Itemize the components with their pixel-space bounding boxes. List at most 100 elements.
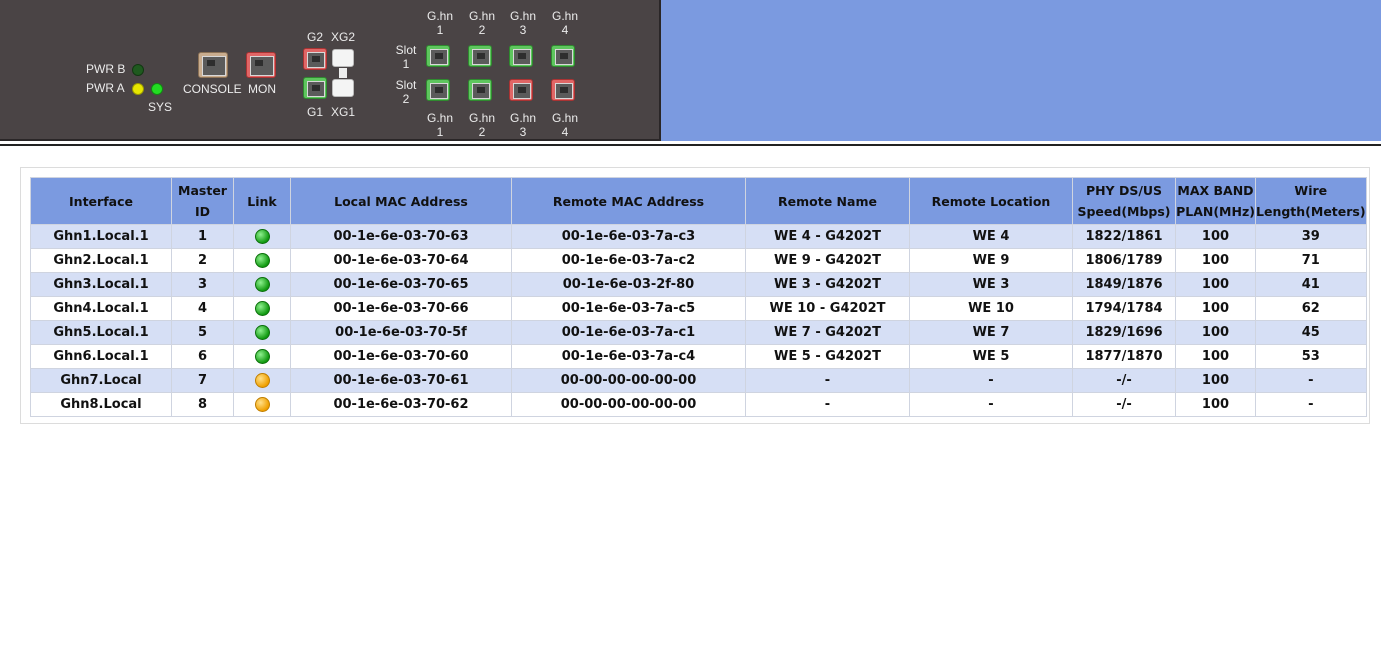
pwr-b-led: [132, 64, 144, 76]
console-port-icon[interactable]: [198, 52, 228, 78]
cell-wire-length: -: [1256, 369, 1366, 392]
cell-local-mac: 00-1e-6e-03-70-61: [291, 369, 511, 392]
cell-remote-name: WE 9 - G4202T: [746, 249, 909, 272]
cell-phy-speed: 1822/1861: [1073, 225, 1175, 248]
cell-max-band: 100: [1176, 249, 1255, 272]
xg1-port-icon[interactable]: [332, 79, 354, 97]
header-interface: Interface: [31, 178, 171, 224]
slot2-ghn1-port-icon[interactable]: [426, 79, 450, 101]
cell-remote-location: WE 5: [910, 345, 1072, 368]
cell-master-id: 6: [172, 345, 233, 368]
cell-interface: Ghn2.Local.1: [31, 249, 171, 272]
cell-phy-speed: 1829/1696: [1073, 321, 1175, 344]
cell-phy-speed: 1877/1870: [1073, 345, 1175, 368]
cell-local-mac: 00-1e-6e-03-70-60: [291, 345, 511, 368]
link-status-icon: [254, 253, 270, 268]
link-status-icon: [254, 325, 270, 340]
cell-master-id: 4: [172, 297, 233, 320]
table-row: Ghn6.Local.1 6 00-1e-6e-03-70-60 00-1e-6e-0…: [31, 345, 1366, 368]
xg2-port-icon[interactable]: [332, 49, 354, 67]
cell-remote-location: -: [910, 369, 1072, 392]
mon-label: MON: [248, 82, 276, 96]
cell-local-mac: 00-1e-6e-03-70-65: [291, 273, 511, 296]
cell-remote-mac: 00-1e-6e-03-7a-c4: [512, 345, 745, 368]
cell-remote-mac: 00-1e-6e-03-7a-c2: [512, 249, 745, 272]
cell-master-id: 7: [172, 369, 233, 392]
g2-port-icon[interactable]: [303, 48, 327, 70]
mon-port-icon[interactable]: [246, 52, 276, 78]
cell-link: [234, 297, 290, 320]
cell-interface: Ghn8.Local: [31, 393, 171, 416]
ghn-bottom-label-2: G.hn 2: [468, 111, 495, 139]
xg1-label: XG1: [331, 105, 356, 119]
slot1-ghn1-port-icon[interactable]: [426, 45, 450, 67]
cell-remote-mac: 00-1e-6e-03-7a-c5: [512, 297, 745, 320]
g2-label: G2: [307, 30, 324, 44]
header-remote-location: Remote Location: [910, 178, 1072, 224]
cell-link: [234, 369, 290, 392]
cell-phy-speed: -/-: [1073, 393, 1175, 416]
header-local-mac: Local MAC Address: [291, 178, 511, 224]
xg2-label: XG2: [331, 30, 356, 44]
sfp-divider: [339, 68, 347, 78]
table-row: Ghn8.Local 8 00-1e-6e-03-70-62 00-00-00-00-…: [31, 393, 1366, 416]
cell-remote-mac: 00-1e-6e-03-7a-c3: [512, 225, 745, 248]
cell-link: [234, 249, 290, 272]
table-row: Ghn1.Local.1 1 00-1e-6e-03-70-63 00-1e-6e-0…: [31, 225, 1366, 248]
ghn-top-label-2: G.hn 2: [468, 9, 495, 37]
cell-wire-length: 71: [1256, 249, 1366, 272]
cell-remote-location: WE 7: [910, 321, 1072, 344]
cell-remote-name: WE 5 - G4202T: [746, 345, 909, 368]
pwr-a-led: [132, 83, 144, 95]
table-header-row: Interface Master ID Link Local MAC Addres…: [31, 178, 1366, 224]
interface-table: Interface Master ID Link Local MAC Addres…: [30, 177, 1367, 417]
cell-remote-location: WE 9: [910, 249, 1072, 272]
slot1-ghn2-port-icon[interactable]: [468, 45, 492, 67]
table-row: Ghn4.Local.1 4 00-1e-6e-03-70-66 00-1e-6e-0…: [31, 297, 1366, 320]
cell-link: [234, 345, 290, 368]
slot1-ghn3-port-icon[interactable]: [509, 45, 533, 67]
cell-link: [234, 225, 290, 248]
cell-phy-speed: 1806/1789: [1073, 249, 1175, 272]
header-remote-name: Remote Name: [746, 178, 909, 224]
header-separator: [0, 144, 1381, 146]
slot2-ghn3-port-icon[interactable]: [509, 79, 533, 101]
cell-master-id: 8: [172, 393, 233, 416]
table-row: Ghn7.Local 7 00-1e-6e-03-70-61 00-00-00-00-…: [31, 369, 1366, 392]
cell-phy-speed: 1794/1784: [1073, 297, 1175, 320]
cell-remote-name: WE 10 - G4202T: [746, 297, 909, 320]
cell-remote-location: WE 3: [910, 273, 1072, 296]
cell-remote-mac: 00-1e-6e-03-7a-c1: [512, 321, 745, 344]
cell-interface: Ghn6.Local.1: [31, 345, 171, 368]
header-master-id: Master ID: [172, 178, 233, 224]
table-row: Ghn3.Local.1 3 00-1e-6e-03-70-65 00-1e-6e-0…: [31, 273, 1366, 296]
header-link: Link: [234, 178, 290, 224]
cell-max-band: 100: [1176, 369, 1255, 392]
cell-remote-name: -: [746, 393, 909, 416]
cell-phy-speed: -/-: [1073, 369, 1175, 392]
slot1-ghn4-port-icon[interactable]: [551, 45, 575, 67]
cell-remote-mac: 00-00-00-00-00-00: [512, 393, 745, 416]
cell-max-band: 100: [1176, 297, 1255, 320]
table-row: Ghn2.Local.1 2 00-1e-6e-03-70-64 00-1e-6e-0…: [31, 249, 1366, 272]
ghn-bottom-label-1: G.hn 1: [426, 111, 453, 139]
slot2-ghn2-port-icon[interactable]: [468, 79, 492, 101]
link-status-icon: [254, 397, 270, 412]
header-max-band: MAX BAND PLAN(MHz): [1176, 178, 1255, 224]
cell-master-id: 1: [172, 225, 233, 248]
cell-wire-length: 62: [1256, 297, 1366, 320]
sys-label: SYS: [148, 100, 173, 114]
cell-wire-length: 41: [1256, 273, 1366, 296]
pwr-b-label: PWR B: [86, 62, 126, 76]
g1-port-icon[interactable]: [303, 77, 327, 99]
cell-local-mac: 00-1e-6e-03-70-64: [291, 249, 511, 272]
cell-local-mac: 00-1e-6e-03-70-5f: [291, 321, 511, 344]
cell-remote-name: WE 7 - G4202T: [746, 321, 909, 344]
slot2-ghn4-port-icon[interactable]: [551, 79, 575, 101]
cell-link: [234, 321, 290, 344]
cell-link: [234, 273, 290, 296]
ghn-top-label-1: G.hn 1: [426, 9, 453, 37]
ghn-top-label-4: G.hn 4: [551, 9, 578, 37]
cell-max-band: 100: [1176, 225, 1255, 248]
cell-max-band: 100: [1176, 321, 1255, 344]
